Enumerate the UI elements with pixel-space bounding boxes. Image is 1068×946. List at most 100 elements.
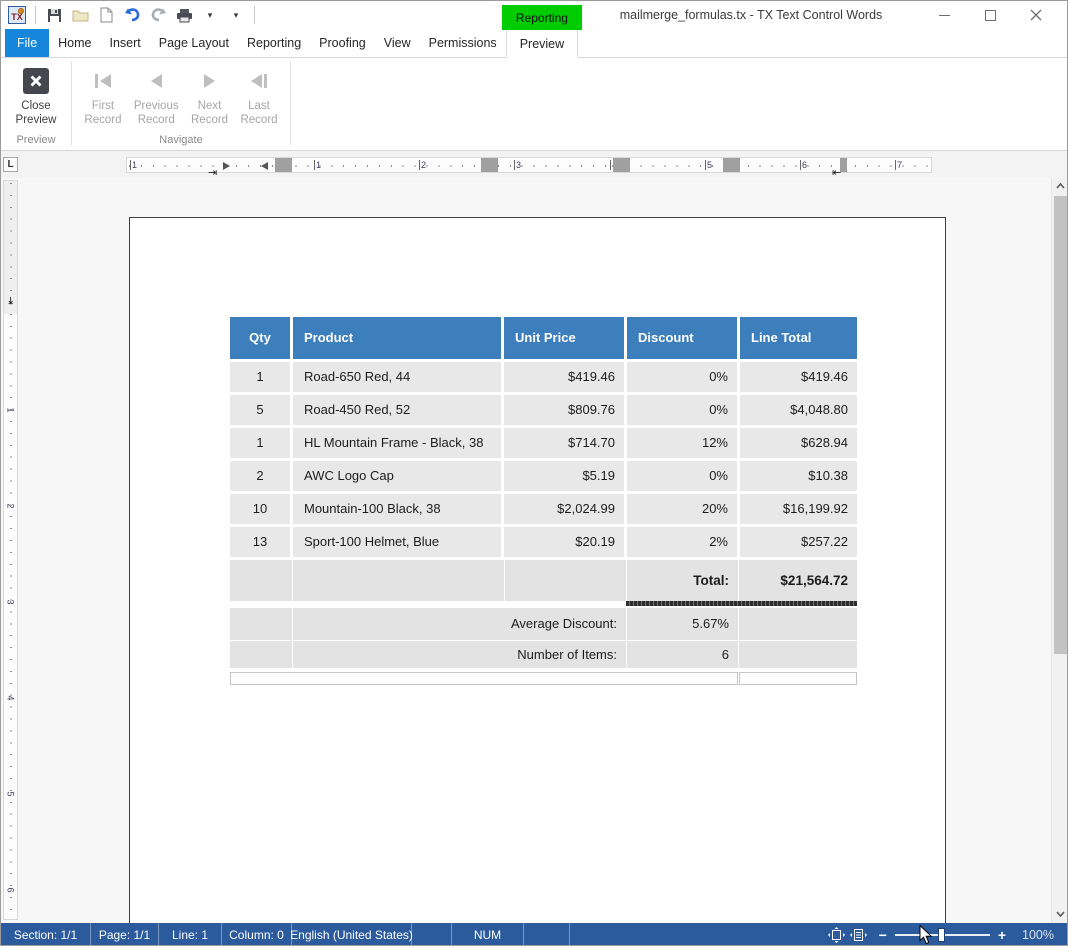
ruler-number: 1 bbox=[130, 160, 137, 170]
quick-access-toolbar: TX ▾ ▾ bbox=[4, 4, 260, 26]
close-preview-button[interactable]: Close Preview bbox=[16, 63, 57, 127]
status-page[interactable]: Page: 1/1 bbox=[91, 923, 159, 946]
cell-product: Road-650 Red, 44 bbox=[293, 362, 501, 392]
zoom-out-button[interactable]: − bbox=[871, 927, 895, 943]
tab-insert[interactable]: Insert bbox=[101, 29, 150, 57]
previous-record-button[interactable]: Previous Record bbox=[134, 63, 179, 127]
cell-unit-price: $2,024.99 bbox=[504, 494, 624, 524]
tx-logo-icon[interactable]: TX bbox=[6, 4, 28, 26]
tab-page-layout[interactable]: Page Layout bbox=[150, 29, 238, 57]
qat-customize-caret[interactable]: ▾ bbox=[225, 4, 247, 26]
header-line-total: Line Total bbox=[740, 317, 857, 359]
previous-record-label-1: Previous bbox=[134, 100, 179, 114]
cell-qty: 10 bbox=[230, 494, 290, 524]
ruler-column-marker[interactable] bbox=[275, 158, 292, 172]
maximize-button[interactable] bbox=[967, 1, 1013, 29]
header-qty: Qty bbox=[230, 317, 290, 359]
ruler-column-marker[interactable] bbox=[481, 158, 498, 172]
invoice-table: Qty Product Unit Price Discount Line Tot… bbox=[230, 317, 857, 685]
status-section[interactable]: Section: 1/1 bbox=[1, 923, 91, 946]
zoom-in-button[interactable]: + bbox=[990, 927, 1014, 943]
header-discount: Discount bbox=[627, 317, 737, 359]
new-document-button[interactable] bbox=[95, 4, 117, 26]
tab-file[interactable]: File bbox=[5, 29, 49, 57]
next-record-label-2: Record bbox=[191, 114, 228, 128]
cell-qty: 1 bbox=[230, 362, 290, 392]
tab-view[interactable]: View bbox=[375, 29, 420, 57]
cell-qty: 13 bbox=[230, 527, 290, 557]
indent-marker-left-pointing[interactable] bbox=[261, 162, 268, 170]
ruler-column-marker[interactable] bbox=[723, 158, 740, 172]
first-record-label-1: First bbox=[92, 100, 114, 114]
vertical-ruler[interactable]: ⇥ 1 2 3 4 5 6 bbox=[3, 180, 18, 920]
first-record-button[interactable]: First Record bbox=[84, 63, 121, 127]
tab-permissions[interactable]: Permissions bbox=[420, 29, 506, 57]
ribbon-group-separator bbox=[290, 61, 291, 145]
tab-proofing[interactable]: Proofing bbox=[310, 29, 375, 57]
cell-qty: 1 bbox=[230, 428, 290, 458]
tab-preview[interactable]: Preview Reporting bbox=[506, 29, 578, 58]
tab-reporting[interactable]: Reporting bbox=[238, 29, 310, 57]
window-title: mailmerge_formulas.tx - TX Text Control … bbox=[581, 8, 921, 22]
minimize-button[interactable] bbox=[921, 1, 967, 29]
vertical-scrollbar[interactable] bbox=[1051, 178, 1068, 923]
open-folder-icon bbox=[72, 8, 89, 22]
empty-cell bbox=[739, 641, 857, 668]
table-row: 5 Road-450 Red, 52 $809.76 0% $4,048.80 bbox=[230, 395, 857, 425]
cell-line-total: $16,199.92 bbox=[740, 494, 857, 524]
ribbon-tabbar: File Home Insert Page Layout Reporting P… bbox=[1, 29, 1067, 58]
cell-product: Road-450 Red, 52 bbox=[293, 395, 501, 425]
save-button[interactable] bbox=[43, 4, 65, 26]
horizontal-ruler[interactable]: 1 1 2 3 4 5 6 7 bbox=[126, 157, 932, 173]
print-icon bbox=[176, 8, 193, 23]
status-empty-segment bbox=[412, 923, 452, 946]
zoom-slider-thumb[interactable] bbox=[938, 928, 945, 942]
undo-button[interactable] bbox=[121, 4, 143, 26]
last-record-icon bbox=[248, 68, 270, 94]
fit-page-button[interactable] bbox=[827, 926, 847, 944]
cell-discount: 20% bbox=[627, 494, 737, 524]
document-page[interactable]: Qty Product Unit Price Discount Line Tot… bbox=[129, 217, 946, 923]
last-record-label-2: Record bbox=[240, 114, 277, 128]
scroll-up-button[interactable] bbox=[1052, 178, 1068, 194]
total-value: $21,564.72 bbox=[739, 560, 857, 601]
window-controls bbox=[921, 1, 1059, 29]
scrollbar-thumb[interactable] bbox=[1054, 196, 1067, 654]
ruler-column-marker[interactable] bbox=[613, 158, 630, 172]
tab-stop-selector[interactable]: L bbox=[3, 157, 18, 172]
next-record-button[interactable]: Next Record bbox=[191, 63, 228, 127]
status-line[interactable]: Line: 1 bbox=[159, 923, 222, 946]
statusbar: Section: 1/1 Page: 1/1 Line: 1 Column: 0… bbox=[1, 923, 1067, 946]
ruler-number: 5 bbox=[6, 788, 16, 801]
ruler-ticks bbox=[10, 183, 12, 917]
contextual-tab-group-reporting: Reporting bbox=[502, 5, 582, 30]
scroll-down-button[interactable] bbox=[1052, 906, 1068, 922]
chevron-down-icon bbox=[1056, 911, 1065, 917]
fit-width-button[interactable] bbox=[849, 926, 869, 944]
open-button[interactable] bbox=[69, 4, 91, 26]
print-button[interactable] bbox=[173, 4, 195, 26]
last-record-button[interactable]: Last Record bbox=[240, 63, 277, 127]
cell-discount: 0% bbox=[627, 362, 737, 392]
status-column[interactable]: Column: 0 bbox=[222, 923, 292, 946]
tab-home[interactable]: Home bbox=[49, 29, 100, 57]
indent-marker-right-pointing[interactable] bbox=[223, 162, 230, 170]
cell-product: Mountain-100 Black, 38 bbox=[293, 494, 501, 524]
total-double-rule bbox=[626, 601, 857, 606]
average-discount-value: 5.67% bbox=[627, 608, 738, 640]
average-discount-row: Average Discount: 5.67% bbox=[230, 608, 857, 640]
cell-line-total: $257.22 bbox=[740, 527, 857, 557]
status-language[interactable]: English (United States) bbox=[292, 923, 412, 946]
close-button[interactable] bbox=[1013, 1, 1059, 29]
print-dropdown-caret[interactable]: ▾ bbox=[199, 4, 221, 26]
document-area[interactable]: ⇥ 1 2 3 4 5 6 Qty Product Unit Price Dis… bbox=[1, 178, 1068, 923]
cell-line-total: $419.46 bbox=[740, 362, 857, 392]
next-record-label-1: Next bbox=[198, 100, 222, 114]
empty-cell bbox=[230, 641, 292, 668]
cell-discount: 2% bbox=[627, 527, 737, 557]
zoom-slider[interactable] bbox=[895, 928, 990, 942]
redo-button[interactable] bbox=[147, 4, 169, 26]
ruler-number: 5 bbox=[705, 160, 712, 170]
cell-line-total: $10.38 bbox=[740, 461, 857, 491]
cell-discount: 0% bbox=[627, 395, 737, 425]
